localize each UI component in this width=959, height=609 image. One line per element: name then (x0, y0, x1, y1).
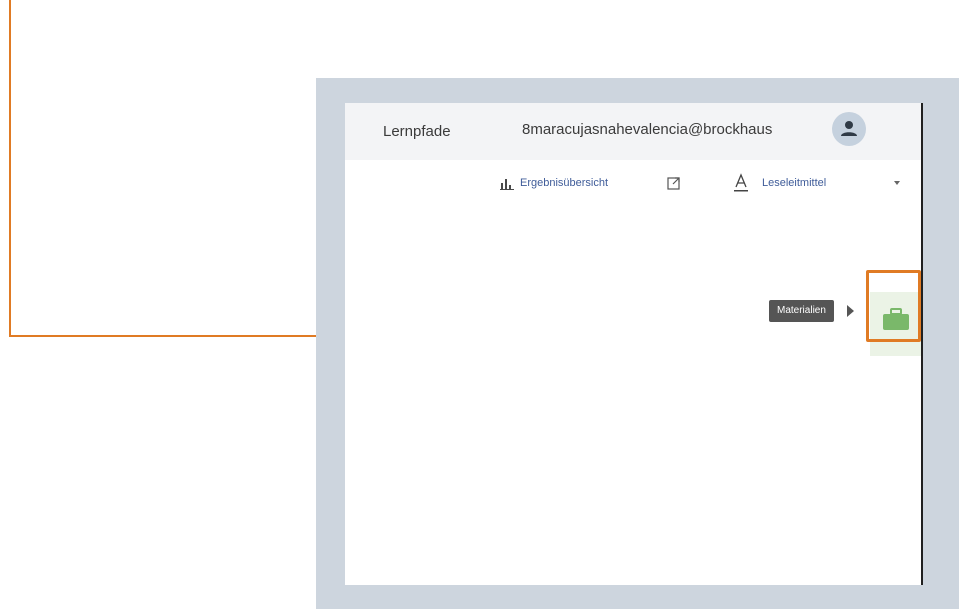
user-avatar-button[interactable] (832, 112, 866, 146)
user-email: 8maracujasnahevalencia@brockhaus (522, 121, 773, 138)
font-a-icon (734, 173, 748, 192)
callout-line-vertical (9, 0, 11, 337)
top-navigation-bar: Lernpfade 8maracujasnahevalencia@brockha… (345, 103, 922, 160)
app-screen: Lernpfade 8maracujasnahevalencia@brockha… (345, 103, 922, 585)
user-icon (841, 121, 857, 136)
caret-down-icon[interactable] (894, 181, 900, 185)
results-overview-link[interactable]: Ergebnisübersicht (520, 177, 608, 189)
toolbar: Ergebnisübersicht Leseleitmittel (345, 173, 922, 195)
screen-edge (921, 103, 923, 585)
materials-tooltip: Materialien (769, 300, 834, 322)
external-link-icon[interactable] (667, 176, 681, 190)
reading-aid-select[interactable]: Leseleitmittel (762, 177, 826, 189)
screenshot-frame: Lernpfade 8maracujasnahevalencia@brockha… (316, 78, 959, 609)
tooltip-arrow (847, 305, 854, 317)
nav-link-lernpfade[interactable]: Lernpfade (383, 123, 451, 140)
callout-highlight-box (866, 270, 921, 342)
bar-chart-icon (500, 179, 514, 190)
